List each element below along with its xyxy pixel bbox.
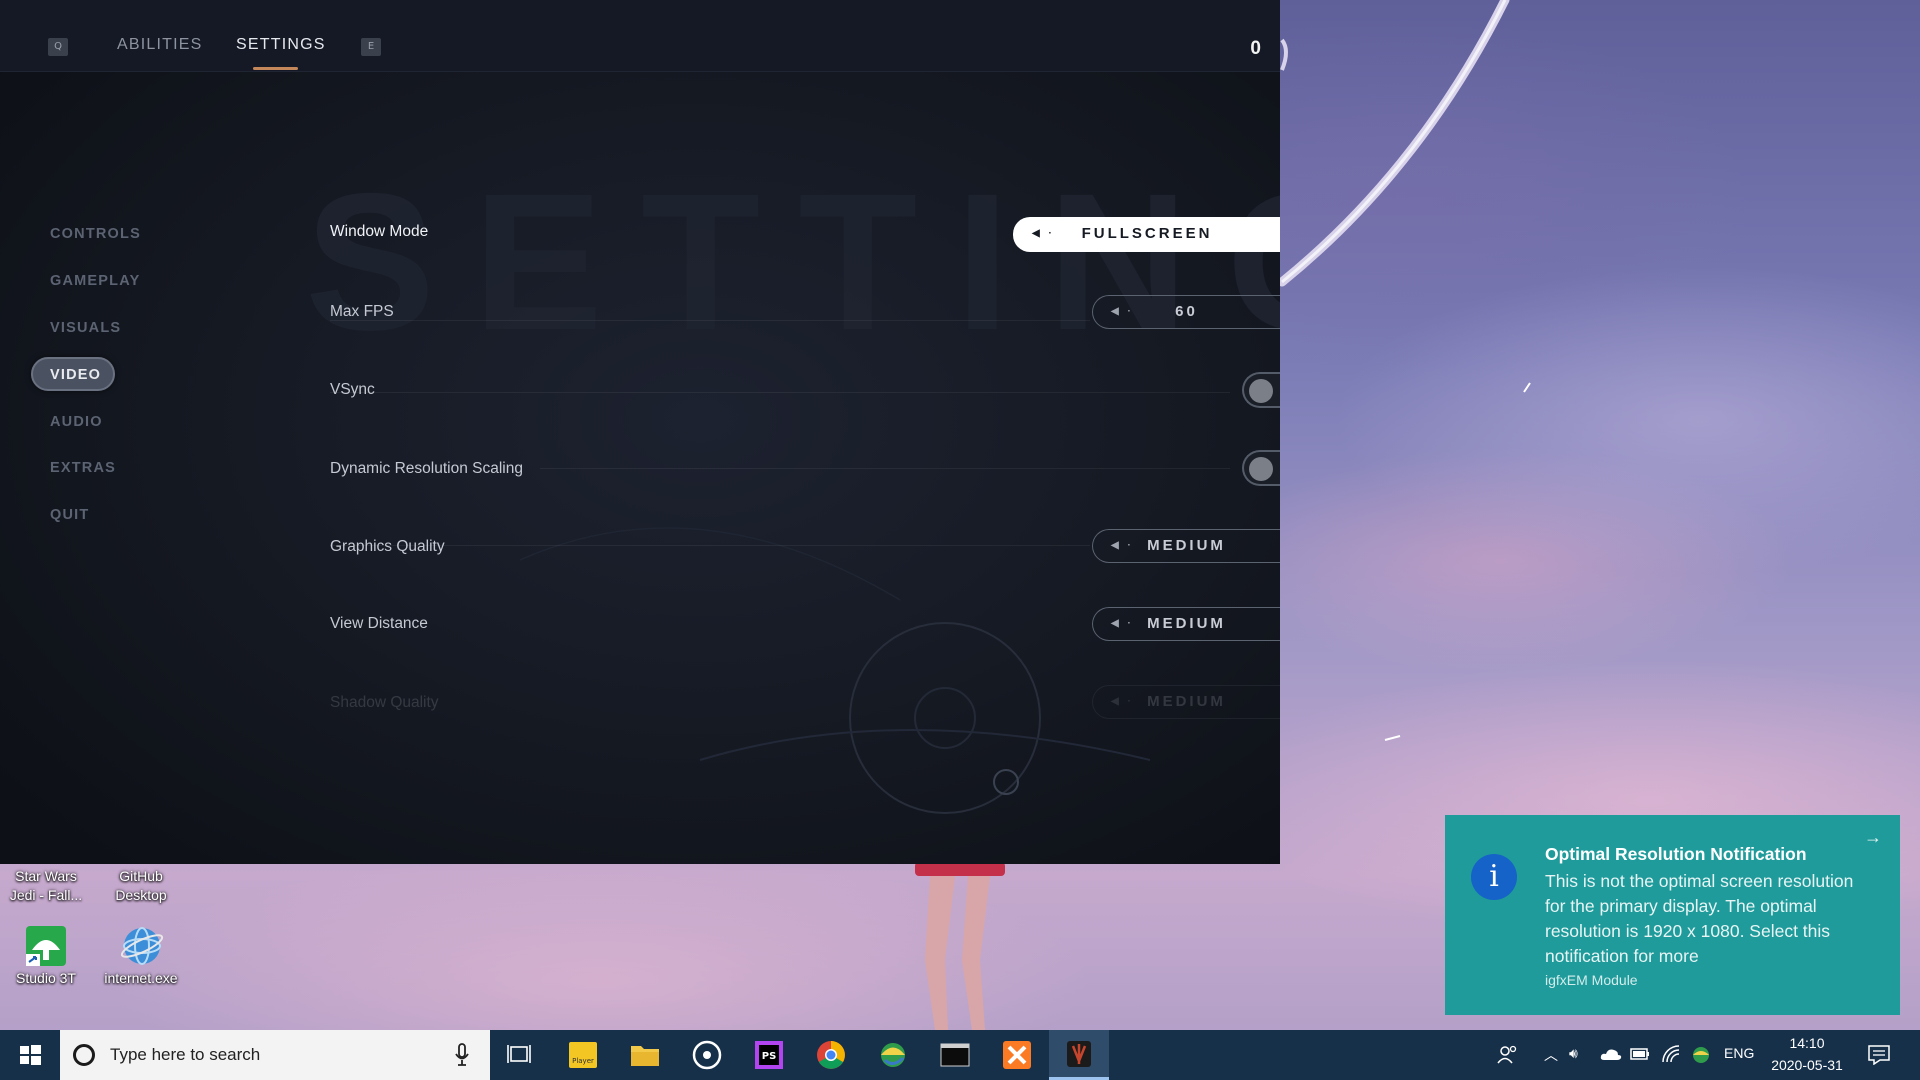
window-mode-value: FULLSCREEN [1081,225,1213,242]
player-icon[interactable]: Player [553,1030,613,1080]
onedrive-icon[interactable] [1600,1047,1622,1061]
sidebar-item-video[interactable]: VIDEO [50,367,101,383]
vsync-toggle[interactable] [1242,372,1280,408]
volume-icon[interactable]: 🔊︎ [1569,1045,1578,1062]
sidebar-item-controls[interactable]: CONTROLS [50,226,141,242]
phpstorm-icon[interactable]: PS [739,1030,799,1080]
svg-text:PS: PS [762,1051,777,1062]
taskbar-search-box[interactable]: Type here to search [60,1030,490,1080]
action-center-icon[interactable] [1868,1045,1890,1065]
notification-body: This is not the optimal screen resolutio… [1545,871,1854,966]
chrome-icon[interactable] [801,1030,861,1080]
file-explorer-icon[interactable] [615,1030,675,1080]
view-distance-selector[interactable]: ◀ · MEDIUM [1092,607,1280,641]
graphics-quality-selector[interactable]: ◀ · MEDIUM [1092,529,1280,563]
dynamic-resolution-toggle[interactable] [1242,450,1280,486]
tab-abilities[interactable]: ABILITIES [117,36,203,54]
toggle-knob [1249,379,1273,403]
window-mode-label: Window Mode [330,223,429,240]
cortana-icon[interactable] [73,1044,95,1066]
sidebar-item-gameplay[interactable]: GAMEPLAY [50,273,140,289]
microphone-icon[interactable] [455,1043,469,1067]
globe-app-icon[interactable] [863,1030,923,1080]
security-globe-icon[interactable] [1691,1045,1711,1065]
internet-exe-label[interactable]: internet.exe [96,969,186,988]
notification-toast[interactable]: i Optimal Resolution Notification This i… [1445,815,1900,1015]
row-divider [330,320,1090,321]
language-indicator[interactable]: ENG [1724,1045,1754,1061]
shadow-quality-value: MEDIUM [1147,693,1226,710]
max-fps-value: 60 [1175,303,1198,320]
notification-title: Optimal Resolution Notification [1545,844,1807,864]
internet-globe-icon[interactable] [120,924,164,968]
row-divider [540,468,1230,469]
vsync-label: VSync [330,381,375,398]
active-tab-underline [253,67,298,70]
shadow-quality-selector[interactable]: ◀ · MEDIUM [1092,685,1280,719]
dynamic-resolution-label: Dynamic Resolution Scaling [330,460,523,477]
graphics-quality-label: Graphics Quality [330,538,445,555]
view-distance-label: View Distance [330,615,428,632]
background-decoration [519,527,1151,814]
jedi-game-taskbar-button[interactable] [1049,1030,1109,1080]
battery-icon[interactable] [1630,1047,1650,1061]
settings-background-title: SETTINGS [305,153,1280,371]
people-icon[interactable] [1496,1044,1518,1066]
graphics-quality-value: MEDIUM [1147,537,1226,554]
terminal-icon[interactable] [925,1030,985,1080]
windows-start-icon[interactable] [0,1030,60,1080]
clock-date[interactable]: 2020-05-31 [1762,1057,1852,1073]
toggle-knob [1249,457,1273,481]
row-divider [330,392,1230,393]
sidebar-item-visuals[interactable]: VISUALS [50,320,121,336]
max-fps-selector[interactable]: ◀ · 60 [1092,295,1280,329]
skill-points-count: 0 [1250,38,1261,59]
chevron-up-icon[interactable]: ︿ [1544,1045,1558,1065]
clock-time[interactable]: 14:10 [1772,1035,1842,1051]
svg-text:Player: Player [572,1057,594,1065]
shadow-quality-label: Shadow Quality [330,694,439,711]
sidebar-item-extras[interactable]: EXTRAS [50,460,116,476]
studio-3t-icon[interactable] [24,924,68,968]
sidebar-item-quit[interactable]: QUIT [50,507,89,523]
max-fps-label: Max FPS [330,303,394,320]
notification-source: igfxEM Module [1545,972,1638,988]
key-hint-q: Q [48,38,68,56]
jedi-game-icon [1067,1041,1091,1067]
expand-arrow-icon[interactable]: → [1864,827,1882,848]
key-hint-e: E [361,38,381,56]
window-mode-selector[interactable]: ◀ · FULLSCREEN [1013,217,1280,252]
media-icon[interactable] [677,1030,737,1080]
game-window: Q ABILITIES SETTINGS E 0 SETTINGS CONTRO… [0,0,1280,864]
studio-3t-label[interactable]: Studio 3T [1,969,91,988]
search-placeholder: Type here to search [110,1045,261,1064]
wifi-icon[interactable] [1661,1044,1681,1064]
tab-settings[interactable]: SETTINGS [236,36,326,54]
task-view-icon[interactable] [490,1030,550,1080]
sidebar-item-audio[interactable]: AUDIO [50,414,103,430]
desktop-icon-github-label[interactable]: GitHub Desktop [96,867,186,905]
xampp-icon[interactable] [987,1030,1047,1080]
view-distance-value: MEDIUM [1147,615,1226,632]
desktop-icon-star-wars-label[interactable]: Star Wars Jedi - Fall... [1,867,91,905]
info-icon: i [1471,854,1517,900]
taskbar: Type here to search Player PS ︿ 🔊︎ ENG 1… [0,1030,1920,1080]
